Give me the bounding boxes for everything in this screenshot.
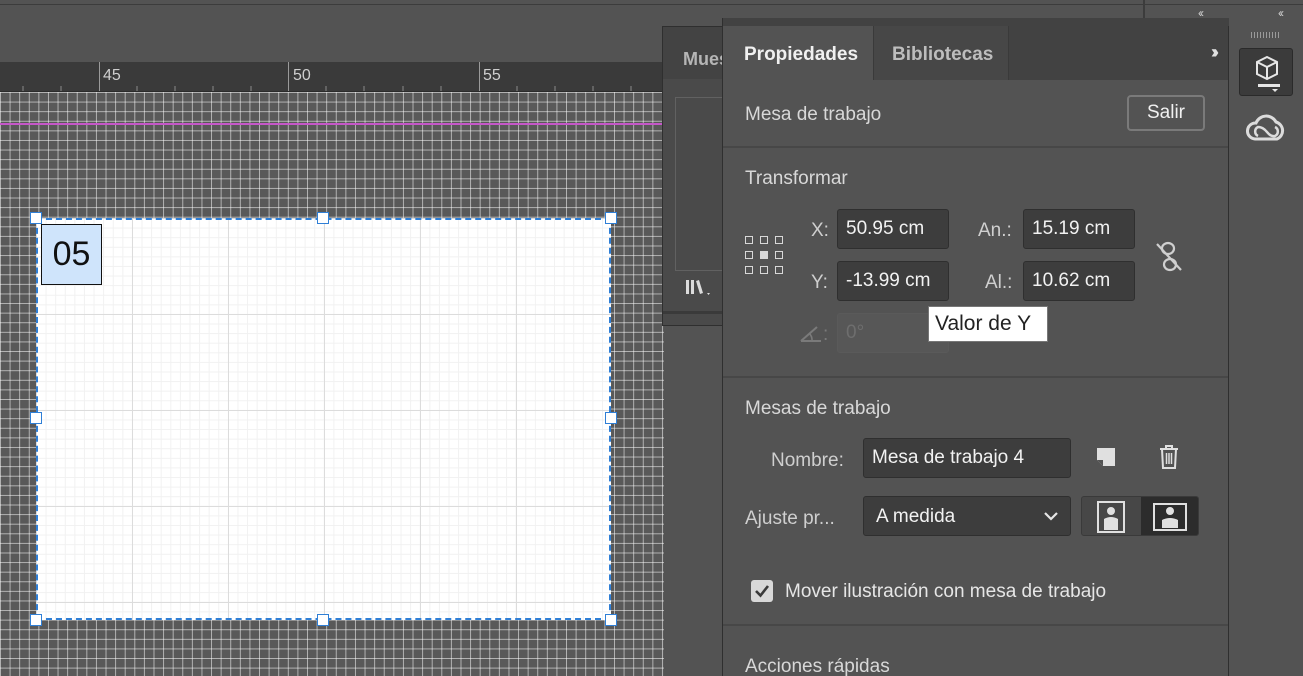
- dock-grip[interactable]: [1251, 32, 1281, 38]
- move-artwork-checkbox[interactable]: [751, 580, 773, 602]
- x-field[interactable]: 50.95 cm: [837, 209, 949, 249]
- swatches-panel: Muestras: [662, 26, 725, 326]
- ref-point-br[interactable]: [775, 266, 783, 274]
- landscape-icon: [1153, 503, 1187, 531]
- new-artboard-icon[interactable]: [1095, 446, 1117, 473]
- landscape-button[interactable]: [1141, 497, 1198, 535]
- tab-libraries[interactable]: Bibliotecas: [873, 26, 1009, 80]
- libraries-menu-icon[interactable]: [685, 277, 715, 304]
- canvas[interactable]: 05: [0, 92, 664, 676]
- height-label: Al.:: [985, 272, 1013, 293]
- creative-cloud-icon[interactable]: [1243, 112, 1289, 151]
- ref-point-r[interactable]: [775, 251, 783, 259]
- right-dock: [1228, 26, 1303, 676]
- section-divider: [723, 146, 1229, 148]
- move-artwork-label: Mover ilustración con mesa de trabajo: [785, 581, 1107, 602]
- trash-icon[interactable]: [1157, 444, 1181, 475]
- orientation-toggle: [1081, 496, 1199, 536]
- properties-panel: Propiedades Bibliotecas ›› Mesa de traba…: [722, 18, 1229, 676]
- artboard-number-label[interactable]: 05: [41, 224, 102, 285]
- swatches-area: [675, 97, 725, 271]
- artboards-title: Mesas de trabajo: [745, 398, 891, 419]
- properties-dock-button[interactable]: [1239, 48, 1293, 96]
- resize-handle-bottom[interactable]: [317, 614, 329, 626]
- properties-tabbar: Propiedades Bibliotecas ››: [723, 18, 1229, 80]
- smart-guide: [0, 123, 664, 125]
- ref-point-tl[interactable]: [745, 236, 753, 244]
- portrait-icon: [1097, 501, 1125, 533]
- quick-actions-title: Acciones rápidas: [745, 656, 890, 676]
- properties-cube-icon: [1256, 55, 1280, 92]
- section-divider: [723, 624, 1229, 626]
- preset-label: Ajuste pr...: [745, 508, 835, 529]
- section-divider: [723, 376, 1229, 378]
- context-title: Mesa de trabajo: [745, 104, 882, 125]
- preset-value: A medida: [876, 506, 956, 527]
- unlink-icon[interactable]: [1153, 240, 1185, 279]
- horizontal-ruler[interactable]: 45 50 55: [0, 62, 664, 92]
- checkmark-icon: [755, 585, 770, 598]
- rotate-angle-icon: [799, 323, 825, 348]
- ref-point-t[interactable]: [760, 236, 768, 244]
- artboard-name-field[interactable]: Mesa de trabajo 4: [863, 438, 1071, 478]
- height-field[interactable]: 10.62 cm: [1023, 261, 1135, 301]
- collapse-dock-icon[interactable]: ‹‹: [1278, 6, 1284, 20]
- angle-label: :: [823, 324, 829, 345]
- tab-properties[interactable]: Propiedades: [723, 26, 873, 80]
- portrait-button[interactable]: [1082, 497, 1141, 535]
- resize-handle-left[interactable]: [30, 412, 42, 424]
- preset-dropdown[interactable]: A medida: [863, 496, 1071, 536]
- name-label: Nombre:: [771, 450, 844, 471]
- transform-title: Transformar: [745, 168, 848, 189]
- ref-point-b[interactable]: [760, 266, 768, 274]
- panel-bottom-edge: [663, 311, 725, 314]
- y-field[interactable]: -13.99 cm: [837, 261, 949, 301]
- top-strip-divider: [0, 4, 1303, 5]
- resize-handle-top-left[interactable]: [30, 212, 42, 224]
- resize-handle-right[interactable]: [605, 412, 617, 424]
- ruler-minor-ticks: [22, 86, 632, 91]
- reference-point-selector[interactable]: [745, 236, 783, 274]
- chevron-down-icon: [1044, 512, 1058, 521]
- artboard-selection: [36, 218, 611, 620]
- y-value-tooltip: Valor de Y: [928, 306, 1048, 342]
- ref-point-bl[interactable]: [745, 266, 753, 274]
- tab-libraries-label: Bibliotecas: [892, 44, 994, 65]
- ref-point-l[interactable]: [745, 251, 753, 259]
- tab-swatches-label: Muestras: [683, 49, 725, 69]
- x-label: X:: [811, 220, 829, 241]
- ref-point-tr[interactable]: [775, 236, 783, 244]
- width-field[interactable]: 15.19 cm: [1023, 209, 1135, 249]
- resize-handle-bottom-left[interactable]: [30, 614, 42, 626]
- tab-properties-label: Propiedades: [744, 44, 859, 65]
- resize-handle-top-right[interactable]: [605, 212, 617, 224]
- ref-point-center[interactable]: [760, 251, 768, 259]
- resize-handle-bottom-right[interactable]: [605, 614, 617, 626]
- resize-handle-top[interactable]: [317, 212, 329, 224]
- collapse-panel-icon[interactable]: ››: [1211, 42, 1219, 63]
- y-label: Y:: [811, 272, 828, 293]
- tab-swatches[interactable]: Muestras: [663, 27, 725, 79]
- width-label: An.:: [978, 220, 1012, 241]
- exit-button[interactable]: Salir: [1127, 95, 1205, 131]
